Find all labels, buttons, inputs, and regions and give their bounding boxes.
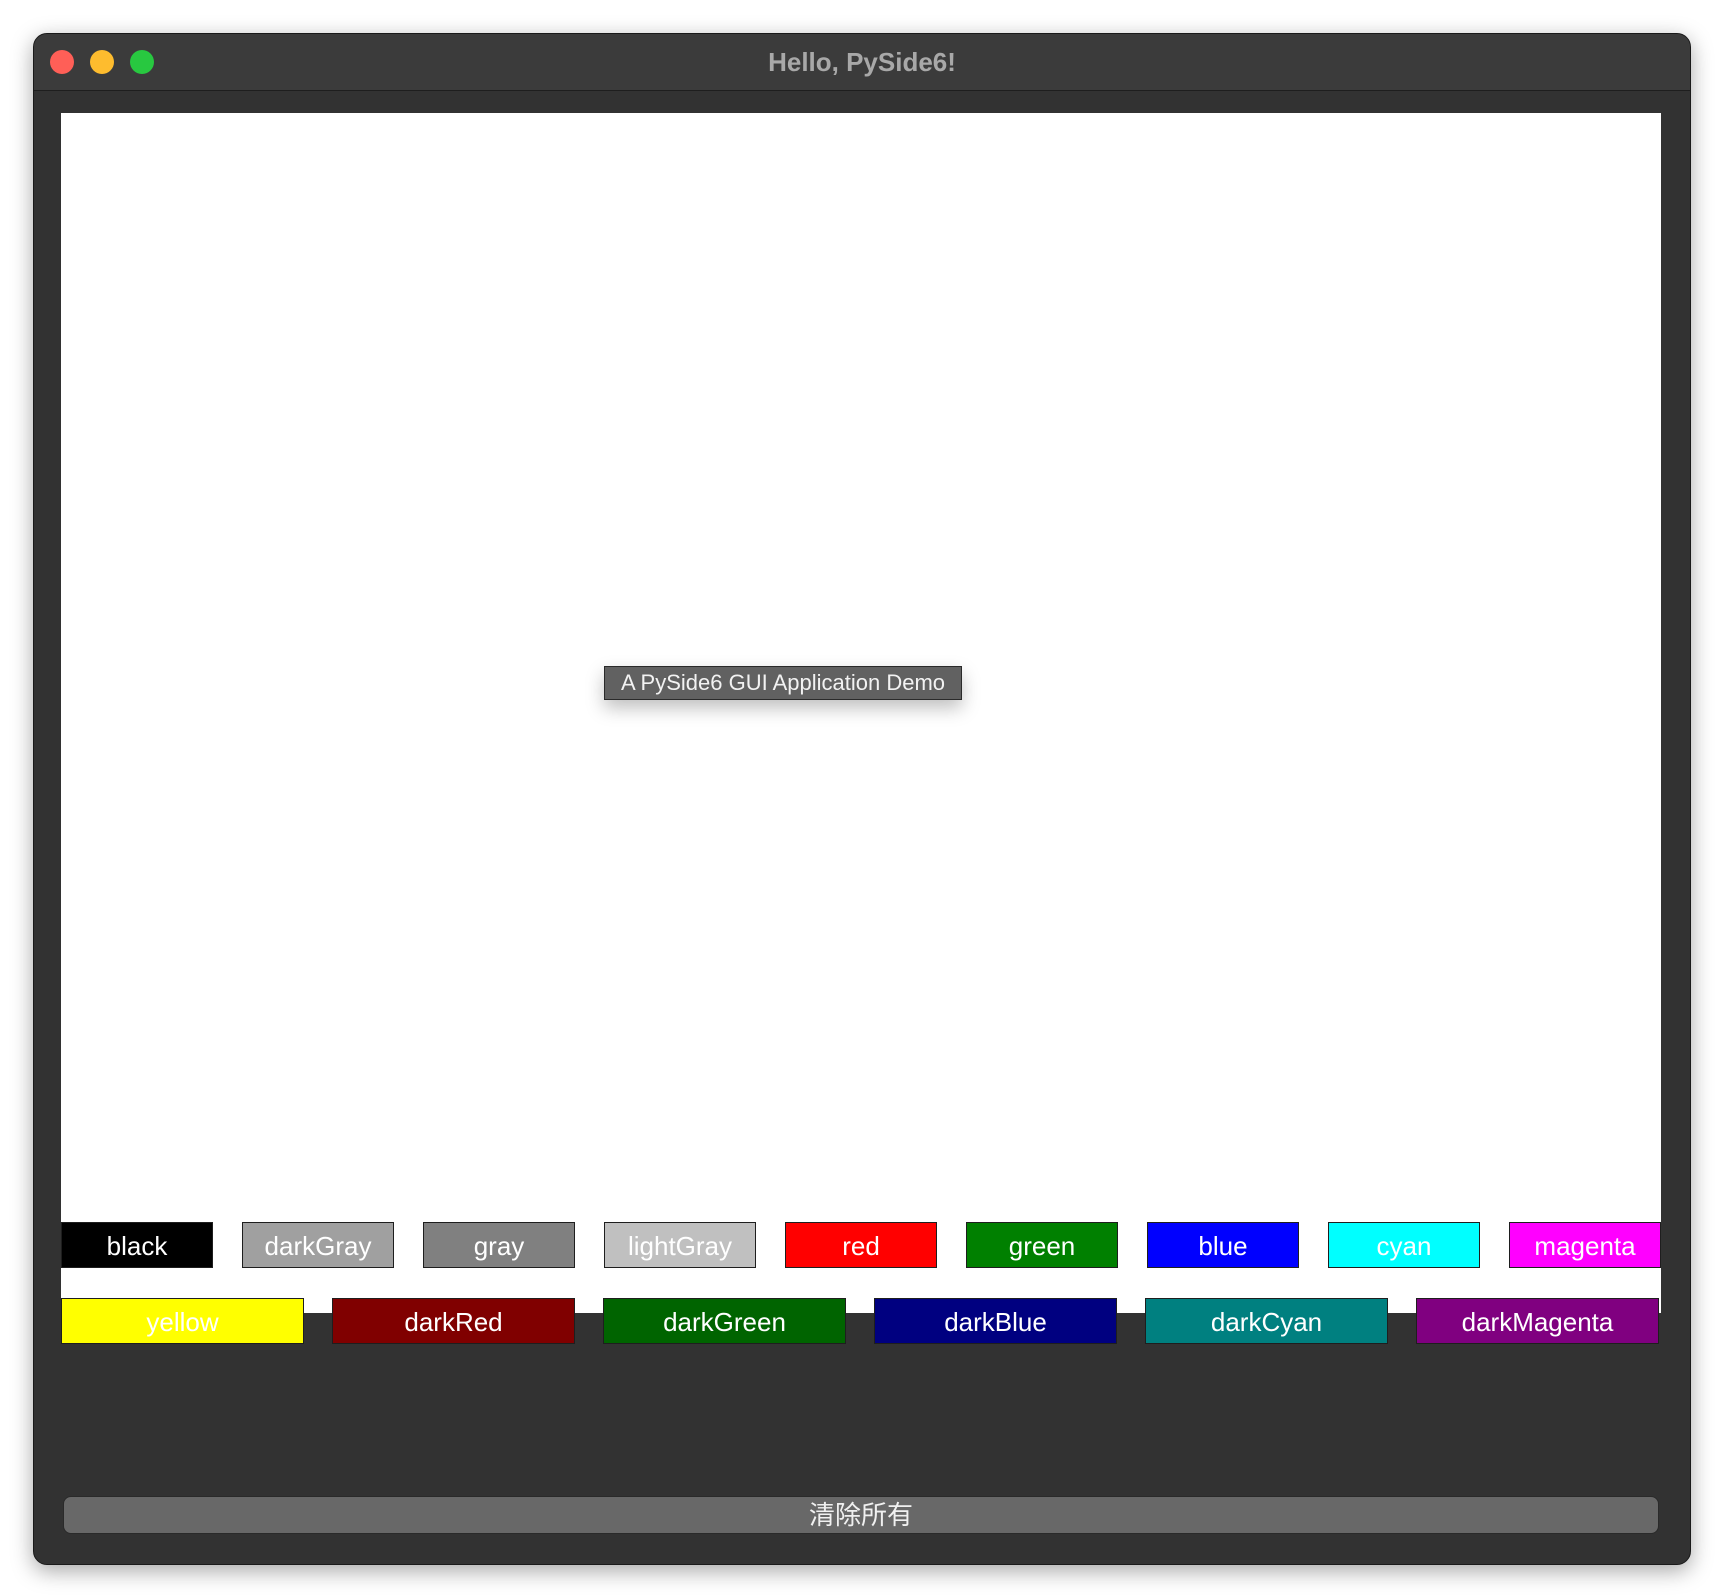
title-bar[interactable]: Hello, PySide6! <box>34 34 1690 91</box>
color-button-darkGreen[interactable]: darkGreen <box>603 1298 846 1344</box>
color-button-cyan[interactable]: cyan <box>1328 1222 1480 1268</box>
color-button-lightGray[interactable]: lightGray <box>604 1222 756 1268</box>
tooltip: A PySide6 GUI Application Demo <box>604 666 962 700</box>
color-button-gray[interactable]: gray <box>423 1222 575 1268</box>
color-button-darkRed[interactable]: darkRed <box>332 1298 575 1344</box>
color-button-yellow[interactable]: yellow <box>61 1298 304 1344</box>
color-button-darkMagenta[interactable]: darkMagenta <box>1416 1298 1659 1344</box>
color-button-blue[interactable]: blue <box>1147 1222 1299 1268</box>
color-button-darkGray[interactable]: darkGray <box>242 1222 394 1268</box>
drawing-canvas[interactable]: A PySide6 GUI Application Demo <box>61 113 1661 1313</box>
window-title: Hello, PySide6! <box>768 47 956 77</box>
color-button-black[interactable]: black <box>61 1222 213 1268</box>
app-window: Hello, PySide6! A PySide6 GUI Applicatio… <box>33 33 1691 1565</box>
color-button-darkBlue[interactable]: darkBlue <box>874 1298 1117 1344</box>
color-button-green[interactable]: green <box>966 1222 1118 1268</box>
clear-all-button[interactable]: 清除所有 <box>63 1496 1659 1534</box>
color-button-magenta[interactable]: magenta <box>1509 1222 1661 1268</box>
color-button-darkCyan[interactable]: darkCyan <box>1145 1298 1388 1344</box>
color-button-red[interactable]: red <box>785 1222 937 1268</box>
